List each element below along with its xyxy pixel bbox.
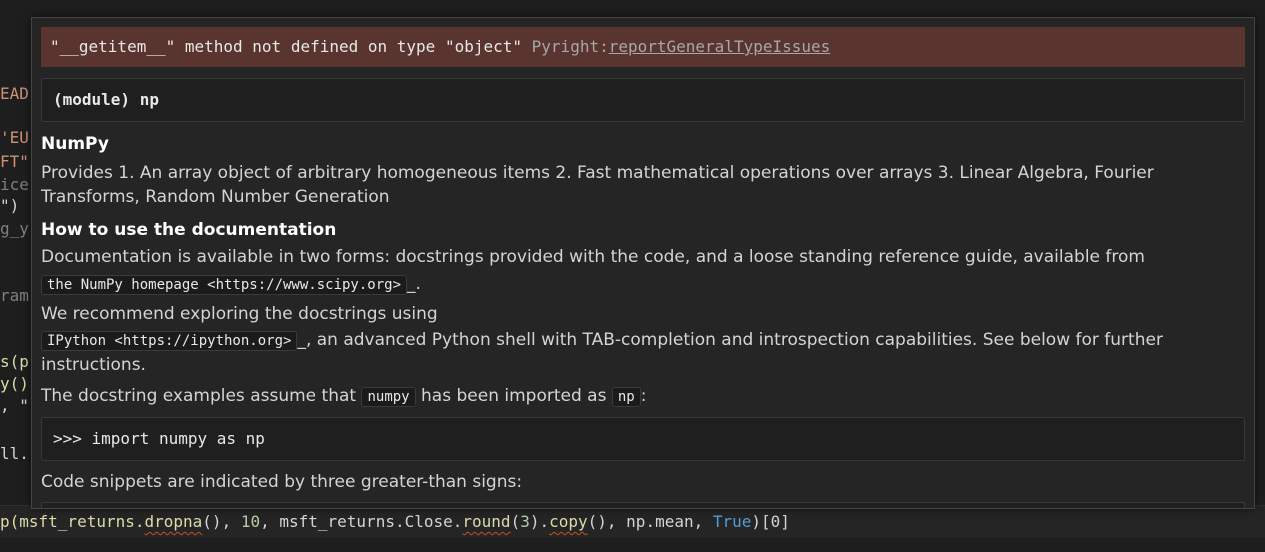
rule-link[interactable]: reportGeneralTypeIssues: [609, 37, 831, 56]
doc-text: :: [640, 386, 647, 406]
diagnostic-message: "__getitem__" method not defined on type…: [50, 37, 830, 56]
code-block: >>> import numpy as np: [41, 417, 1245, 461]
code-token: dropna: [144, 512, 203, 531]
code-fragment: "): [0, 196, 20, 215]
code-token: round: [462, 512, 511, 531]
code-token: 3: [520, 512, 530, 531]
doc-text: The docstring examples assume that: [41, 386, 357, 406]
diagnostic-error: "__getitem__" method not defined on type…: [41, 27, 1245, 67]
doc-text: has been imported as: [421, 386, 607, 406]
code-fragment: EAD: [0, 84, 29, 103]
doc-paragraph: the NumPy homepage <https://www.scipy.or…: [41, 272, 1241, 297]
doc-paragraph: Code snippets are indicated by three gre…: [41, 472, 523, 492]
code-token: copy: [549, 512, 588, 531]
doc-paragraph: We recommend exploring the docstrings us…: [41, 304, 438, 324]
code-fragment: 'EU: [0, 128, 29, 147]
code-fragment: ice: [0, 175, 29, 194]
code-token: True: [712, 512, 752, 531]
doc-section-heading: How to use the documentation: [41, 220, 337, 240]
doc-intro: Provides 1. An array object of arbitrary…: [41, 163, 1154, 207]
code-token: , msft_returns.Close.: [260, 512, 463, 531]
hover-popup[interactable]: "__getitem__" method not defined on type…: [31, 17, 1255, 509]
code-fragment: g_y: [0, 219, 29, 238]
code-fragment: , ": [0, 396, 29, 415]
code-token: ).: [529, 512, 550, 531]
code-token: )[0]: [751, 512, 790, 531]
code-fragment: ram: [0, 286, 29, 305]
code-block-text: >>> import numpy as np: [53, 429, 265, 448]
code-fragment: ll.: [0, 444, 29, 463]
code-token: p(msft_returns.: [0, 512, 145, 531]
error-source: Pyright:: [531, 37, 609, 56]
inline-code: np: [611, 387, 641, 407]
doc-paragraph: IPython <https://ipython.org> _, an advan…: [41, 328, 1211, 377]
doc-text: _.: [407, 274, 421, 294]
code-token: (),: [202, 512, 241, 531]
code-line-text[interactable]: p(msft_returns.dropna(), 10, msft_return…: [0, 512, 790, 531]
code-fragment: FT": [0, 152, 29, 171]
inline-code: the NumPy homepage <https://www.scipy.or…: [41, 275, 408, 295]
code-token: (), np.mean,: [587, 512, 713, 531]
code-token: 10: [240, 512, 261, 531]
doc-title: NumPy: [41, 134, 109, 154]
signature-box: (module) np: [41, 78, 1245, 122]
inline-code: IPython <https://ipython.org>: [41, 331, 298, 351]
code-token: (: [510, 512, 521, 531]
error-text: "__getitem__" method not defined on type…: [50, 37, 523, 56]
code-fragment: y(): [0, 374, 29, 393]
code-block: [41, 502, 1245, 508]
editor-current-line[interactable]: p(msft_returns.dropna(), 10, msft_return…: [0, 505, 1265, 538]
signature-text: (module) np: [53, 90, 159, 109]
doc-paragraph: The docstring examples assume that numpy…: [41, 384, 1241, 409]
inline-code: numpy: [361, 387, 416, 407]
code-fragment: s(p: [0, 352, 29, 371]
doc-paragraph: Documentation is available in two forms:…: [41, 247, 1145, 267]
